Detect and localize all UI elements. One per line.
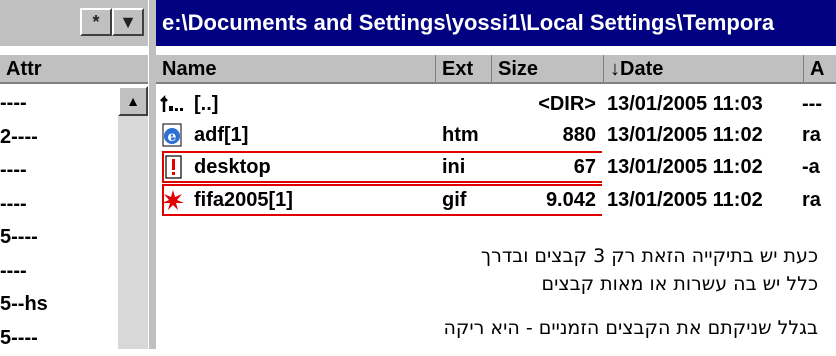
attr-row[interactable]: ----	[0, 256, 118, 290]
arrow-up-icon: ▲	[126, 93, 140, 109]
ini-file-icon	[160, 155, 186, 179]
file-date: 13/01/2005 11:02	[607, 150, 763, 184]
attr-list: ---- 2---- ---- ---- 5---- ---- 5--hs 5-…	[0, 88, 118, 356]
file-row-adf[interactable]: e adf[1] htm 880 13/01/2005 11:02 ra	[156, 118, 836, 152]
attr-column-header[interactable]: Attr	[6, 58, 42, 81]
file-list: [..] <DIR> 13/01/2005 11:03 --- e adf[1]…	[156, 84, 836, 349]
file-row-desktop[interactable]: desktop ini 67 13/01/2005 11:02 -a	[156, 150, 836, 184]
file-name: adf[1]	[194, 118, 248, 152]
file-row-fifa[interactable]: fifa2005[1] gif 9.042 13/01/2005 11:02 r…	[156, 183, 836, 217]
attr-row[interactable]: ----	[0, 88, 118, 122]
attr-row[interactable]: ----	[0, 155, 118, 189]
file-attr: ---	[802, 87, 822, 121]
date-column-header[interactable]: ↓Date	[604, 55, 804, 83]
size-column-header[interactable]: Size	[492, 55, 604, 83]
attr-row[interactable]: 2----	[0, 122, 118, 156]
file-attr: -a	[802, 150, 820, 184]
attr-row[interactable]: ----	[0, 189, 118, 223]
ext-column-header[interactable]: Ext	[436, 55, 492, 83]
star-button[interactable]: *	[80, 8, 112, 36]
attr-row[interactable]: 5----	[0, 323, 118, 356]
file-size: 880	[492, 118, 596, 152]
attr-row[interactable]: 5--hs	[0, 289, 118, 323]
file-name: [..]	[194, 87, 218, 121]
scroll-up-button[interactable]: ▲	[118, 86, 148, 116]
annotation-note-files-count: כעת יש בתיקייה הזאת רק 3 קבצים ובדרך כלל…	[458, 242, 818, 298]
file-list-header: Name Ext Size ↓Date A	[156, 54, 836, 84]
file-size: 9.042	[492, 183, 596, 217]
drive-dropdown-button[interactable]: ▼	[112, 8, 144, 36]
file-attr: ra	[802, 183, 821, 217]
attr-row[interactable]: 5----	[0, 222, 118, 256]
file-size: <DIR>	[492, 87, 596, 121]
file-name: desktop	[194, 150, 271, 184]
ie-html-icon: e	[160, 123, 186, 147]
left-column-header[interactable]: Attr	[0, 54, 155, 84]
pane-splitter[interactable]	[148, 0, 156, 349]
attr-column-header[interactable]: A	[804, 55, 836, 83]
file-date: 13/01/2005 11:02	[607, 183, 763, 217]
file-ext: htm	[442, 118, 479, 152]
current-path[interactable]: e:\Documents and Settings\yossi1\Local S…	[156, 0, 836, 46]
file-ext: gif	[442, 183, 466, 217]
parent-folder-icon	[160, 92, 186, 116]
svg-text:e: e	[168, 129, 177, 145]
file-date: 13/01/2005 11:02	[607, 118, 763, 152]
annotation-note-empty: בגלל שניקתם את הקבצים הזמניים - היא ריקה	[298, 314, 818, 342]
file-row-parent[interactable]: [..] <DIR> 13/01/2005 11:03 ---	[156, 87, 836, 121]
file-size: 67	[492, 150, 596, 184]
file-name: fifa2005[1]	[194, 183, 293, 217]
name-column-header[interactable]: Name	[156, 55, 436, 83]
gif-image-icon	[160, 188, 186, 212]
file-date: 13/01/2005 11:03	[607, 87, 763, 121]
file-attr: ra	[802, 118, 821, 152]
file-ext: ini	[442, 150, 465, 184]
left-scrollbar[interactable]: ▲	[118, 86, 148, 349]
left-toolbar: * ▼	[0, 0, 155, 46]
